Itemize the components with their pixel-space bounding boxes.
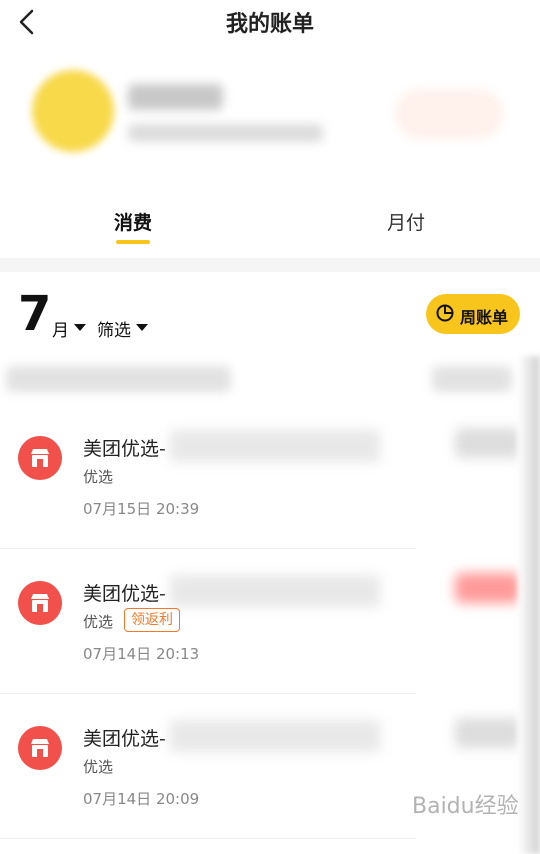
bill-list-item[interactable]: 美团优选- 优选 领返利 07月14日 20:13 — [0, 549, 540, 693]
store-icon — [18, 581, 62, 625]
page-title: 我的账单 — [225, 12, 314, 37]
merchant-title: 美团优选- — [83, 728, 166, 750]
blurred-amount — [455, 718, 521, 748]
blurred-summary-text — [6, 366, 231, 392]
blurred-amount — [455, 428, 521, 458]
blurred-summary-amount — [432, 366, 512, 392]
store-icon — [18, 436, 62, 480]
rebate-badge[interactable]: 领返利 — [124, 608, 180, 632]
blurred-username — [128, 84, 223, 110]
month-unit[interactable]: 月 — [52, 316, 69, 341]
tab-monthly-pay[interactable]: 月付 — [387, 208, 425, 235]
month-filter-bar: 7 月 筛选 周账单 — [0, 272, 540, 356]
blurred-action-button[interactable] — [395, 89, 503, 139]
bill-list-item[interactable]: 美团优选- 优选 07月15日 20:39 — [0, 404, 540, 548]
weekly-bill-button[interactable]: 周账单 — [426, 294, 520, 334]
blurred-summary-row — [0, 356, 540, 404]
bill-category: 优选 — [83, 613, 114, 631]
active-tab-indicator — [116, 240, 150, 244]
filter-button[interactable]: 筛选 — [97, 316, 131, 341]
app-header: 我的账单 — [0, 0, 540, 44]
list-divider — [0, 838, 416, 839]
bill-category: 优选 — [83, 758, 114, 776]
bill-tabs: 消费 月付 — [0, 194, 540, 258]
tab-consumption[interactable]: 消费 — [114, 208, 152, 235]
bill-date: 07月14日 20:09 — [83, 790, 200, 808]
filter-caret-icon[interactable] — [136, 324, 148, 331]
blurred-user-info — [128, 124, 323, 142]
user-avatar — [32, 70, 114, 152]
bill-list: 美团优选- 优选 07月15日 20:39 美团优选- 优选 领返利 07月14… — [0, 404, 540, 854]
blurred-title-remainder — [170, 430, 380, 462]
pie-chart-icon — [436, 304, 454, 322]
weekly-bill-label: 周账单 — [460, 308, 509, 327]
watermark: Baidu经验 — [412, 794, 519, 819]
edge-shadow — [518, 356, 540, 854]
merchant-title: 美团优选- — [83, 438, 166, 460]
blurred-amount — [455, 573, 521, 603]
bill-category: 优选 — [83, 468, 114, 486]
profile-card — [0, 44, 540, 194]
blurred-title-remainder — [170, 575, 380, 607]
blurred-title-remainder — [170, 720, 380, 752]
merchant-title: 美团优选- — [83, 583, 166, 605]
bill-date: 07月15日 20:39 — [83, 500, 200, 518]
month-caret-icon[interactable] — [74, 324, 86, 331]
store-icon — [18, 726, 62, 770]
bill-date: 07月14日 20:13 — [83, 645, 200, 663]
month-number[interactable]: 7 — [18, 286, 51, 342]
